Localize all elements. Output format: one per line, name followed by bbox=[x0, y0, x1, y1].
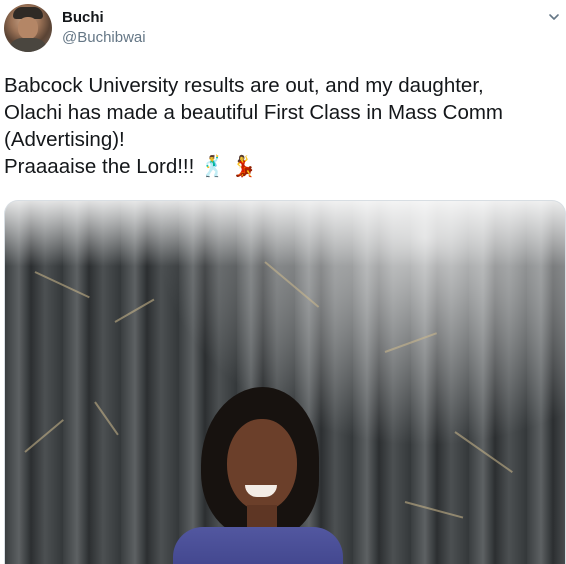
author-name[interactable]: Buchi bbox=[62, 9, 104, 26]
tweet-text: Babcock University results are out, and … bbox=[4, 74, 504, 178]
subject-dress bbox=[173, 527, 343, 564]
tweet-card: Buchi @Buchibwai Babcock University resu… bbox=[0, 0, 566, 564]
author-handle[interactable]: @Buchibwai bbox=[62, 29, 146, 46]
subject-face bbox=[227, 419, 297, 511]
photo-subject bbox=[173, 387, 343, 564]
tweet-photo[interactable] bbox=[4, 200, 566, 564]
avatar-shoulders-shape bbox=[8, 38, 48, 52]
avatar[interactable] bbox=[4, 4, 52, 52]
avatar-face-shape bbox=[18, 17, 38, 39]
chevron-down-icon[interactable] bbox=[548, 10, 560, 22]
